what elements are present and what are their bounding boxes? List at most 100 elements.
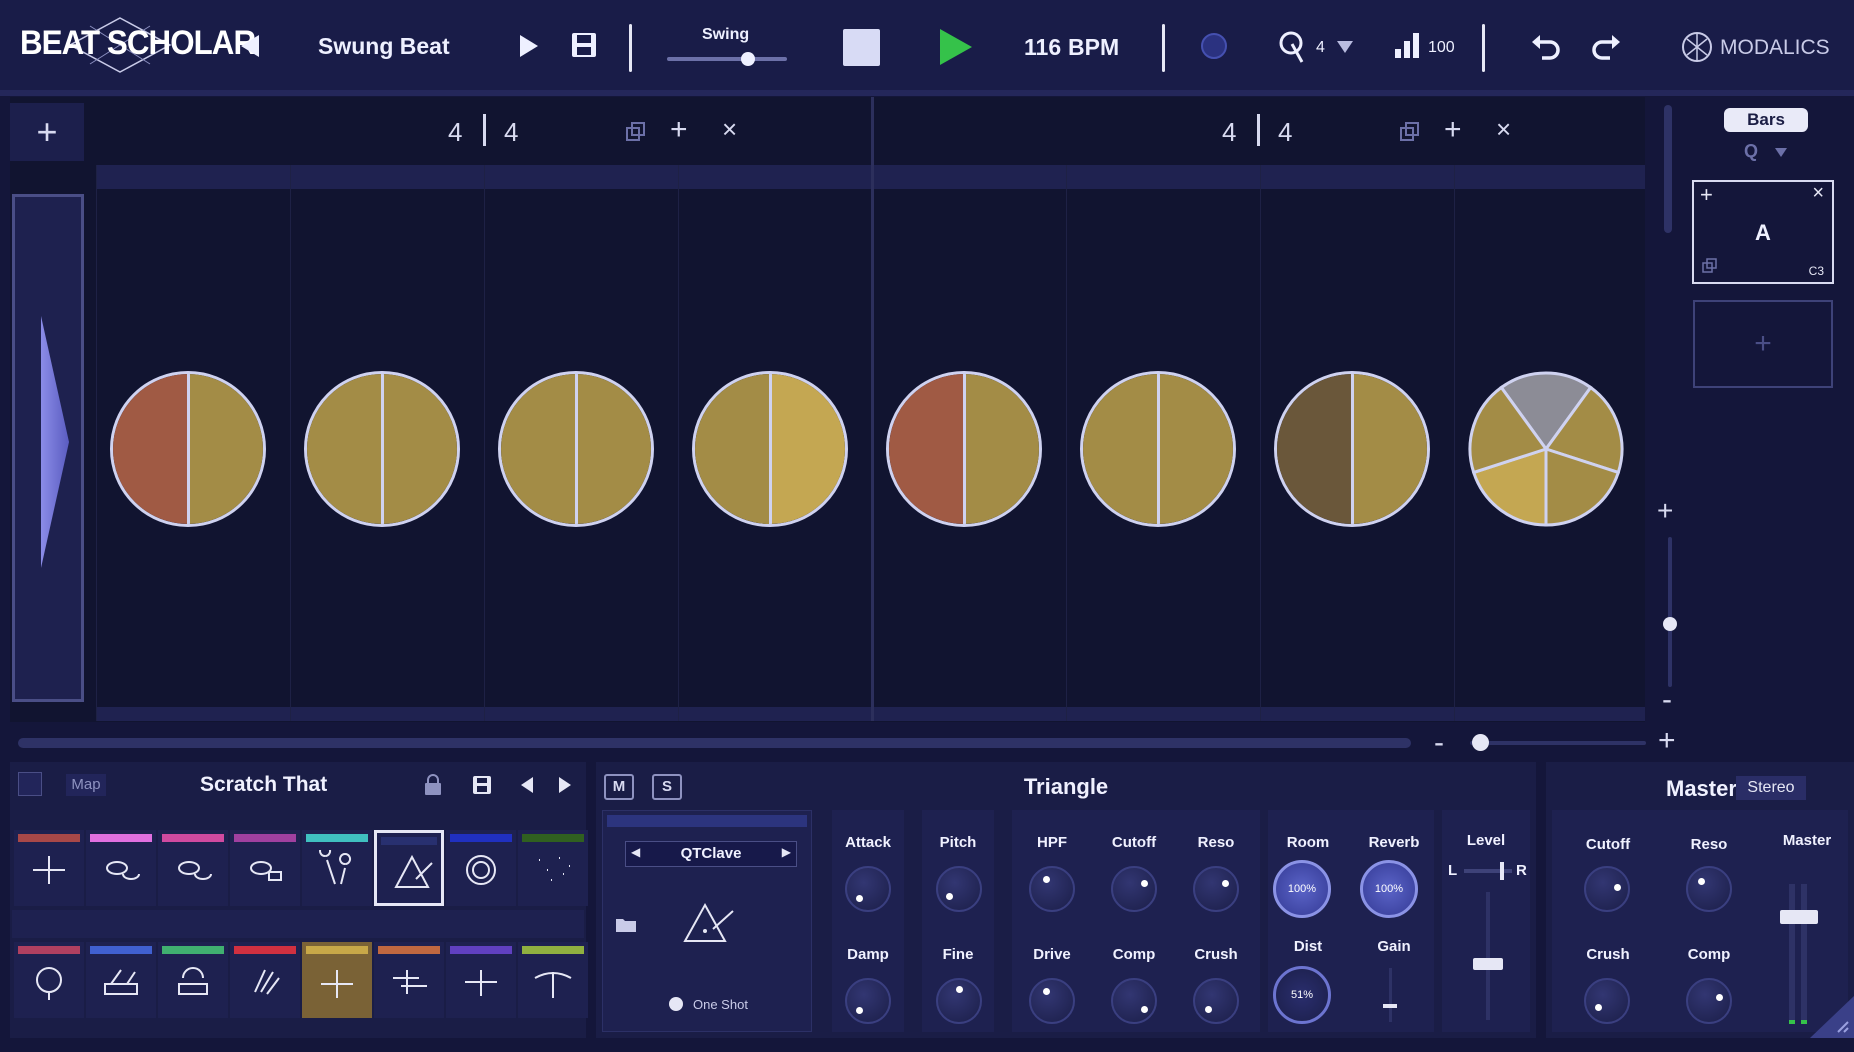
next-kit-icon[interactable]: [558, 776, 572, 794]
duplicate-bar-icon[interactable]: [1400, 122, 1420, 142]
save-icon[interactable]: [570, 31, 598, 59]
time-signature-numerator[interactable]: 4: [1222, 117, 1236, 148]
beat-subdivision[interactable]: [1083, 374, 1157, 524]
metronome-count[interactable]: 4: [1316, 39, 1325, 57]
bpm-value[interactable]: 116: [1024, 34, 1061, 61]
swing-slider-track[interactable]: [667, 57, 787, 61]
sample-next-icon[interactable]: ▶: [782, 845, 791, 859]
instrument-pad[interactable]: [230, 830, 300, 906]
quantize-label[interactable]: Q: [1744, 141, 1758, 162]
new-section-slot[interactable]: +: [1693, 300, 1833, 388]
master-crush-knob[interactable]: [1584, 978, 1630, 1024]
undo-icon[interactable]: [1530, 32, 1562, 62]
instrument-pad[interactable]: [14, 830, 84, 906]
master-comp-knob[interactable]: [1686, 978, 1732, 1024]
dist-knob[interactable]: 51%: [1273, 966, 1331, 1024]
map-button[interactable]: Map: [66, 774, 106, 796]
kit-toggle-button[interactable]: [18, 772, 42, 796]
resize-corner-icon[interactable]: [1810, 996, 1854, 1038]
metronome-icon[interactable]: [1278, 30, 1308, 66]
pan-slider-handle[interactable]: [1500, 862, 1504, 880]
instrument-pad[interactable]: [86, 942, 156, 1018]
instrument-pad[interactable]: [14, 942, 84, 1018]
swing-slider-handle[interactable]: [741, 52, 755, 66]
beat-circle[interactable]: [110, 371, 266, 527]
horizontal-scrollbar[interactable]: [18, 738, 1411, 748]
pattern-name[interactable]: Swung Beat: [318, 33, 450, 60]
chevron-down-icon[interactable]: [1336, 40, 1354, 54]
crush-knob[interactable]: [1193, 978, 1239, 1024]
delete-section-button[interactable]: ×: [1812, 182, 1824, 205]
beat-subdivision[interactable]: [1156, 374, 1233, 524]
vertical-zoom-track[interactable]: [1668, 537, 1672, 687]
time-signature-denominator[interactable]: 4: [1278, 117, 1292, 148]
pitch-knob[interactable]: [936, 866, 982, 912]
gain-slider-track[interactable]: [1389, 968, 1392, 1022]
bars-mode-button[interactable]: Bars: [1724, 108, 1808, 132]
beat-subdivision[interactable]: [962, 374, 1039, 524]
beat-subdivision[interactable]: [113, 374, 187, 524]
horizontal-zoom-handle[interactable]: [1472, 734, 1489, 751]
delete-bar-button[interactable]: ×: [1496, 114, 1511, 145]
beat-circle[interactable]: [1274, 371, 1430, 527]
one-shot-toggle[interactable]: [669, 997, 683, 1011]
time-signature-denominator[interactable]: 4: [504, 117, 518, 148]
beat-subdivision[interactable]: [768, 374, 845, 524]
master-reso-knob[interactable]: [1686, 866, 1732, 912]
previous-pattern-icon[interactable]: [239, 33, 261, 59]
horizontal-zoom-out-button[interactable]: -: [1434, 726, 1444, 760]
beat-circle[interactable]: [692, 371, 848, 527]
next-pattern-icon[interactable]: [518, 33, 540, 59]
chevron-down-icon[interactable]: [1774, 147, 1788, 158]
instrument-pad[interactable]: [518, 942, 588, 1018]
beat-subdivision[interactable]: [501, 374, 575, 524]
fine-knob[interactable]: [936, 978, 982, 1024]
velocity-value[interactable]: 100: [1428, 39, 1455, 57]
instrument-pad[interactable]: [518, 830, 588, 906]
stop-button[interactable]: [843, 29, 880, 66]
beat-circle[interactable]: [1080, 371, 1236, 527]
add-track-button[interactable]: +: [10, 103, 84, 161]
velocity-bars-icon[interactable]: [1394, 31, 1420, 59]
vertical-zoom-handle[interactable]: [1663, 617, 1677, 631]
play-icon[interactable]: [937, 27, 975, 67]
instrument-pad[interactable]: [86, 830, 156, 906]
section-card[interactable]: + × A C3: [1692, 180, 1834, 284]
cutoff-knob[interactable]: [1111, 866, 1157, 912]
duplicate-bar-icon[interactable]: [626, 122, 646, 142]
folder-icon[interactable]: [615, 915, 637, 933]
master-cutoff-knob[interactable]: [1584, 866, 1630, 912]
beat-subdivision[interactable]: [380, 374, 457, 524]
instrument-pad[interactable]: [302, 830, 372, 906]
lock-icon[interactable]: [424, 774, 442, 796]
beat-subdivision[interactable]: [307, 374, 381, 524]
delete-bar-button[interactable]: ×: [722, 114, 737, 145]
right-scrollbar[interactable]: [1664, 105, 1672, 233]
sample-selector[interactable]: ◀ QTClave ▶: [625, 841, 797, 867]
record-button[interactable]: [1201, 33, 1227, 59]
damp-knob[interactable]: [845, 978, 891, 1024]
instrument-pad[interactable]: [374, 830, 444, 906]
beat-subdivision[interactable]: [186, 374, 263, 524]
beat-circle[interactable]: [304, 371, 460, 527]
level-slider-track[interactable]: [1486, 892, 1490, 1020]
save-kit-icon[interactable]: [472, 775, 492, 795]
reso-knob[interactable]: [1193, 866, 1239, 912]
beat-circle[interactable]: [1468, 371, 1624, 527]
hpf-knob[interactable]: [1029, 866, 1075, 912]
beat-subdivision[interactable]: [1350, 374, 1427, 524]
instrument-pad[interactable]: [158, 942, 228, 1018]
previous-kit-icon[interactable]: [520, 776, 534, 794]
reverb-knob[interactable]: 100%: [1360, 860, 1418, 918]
pan-slider-track[interactable]: [1464, 869, 1512, 873]
zoom-out-button[interactable]: -: [1662, 685, 1672, 715]
beat-subdivision[interactable]: [1277, 374, 1351, 524]
level-slider-handle[interactable]: [1473, 958, 1503, 970]
output-mode-button[interactable]: Stereo: [1736, 776, 1806, 800]
add-section-button[interactable]: +: [1700, 182, 1713, 208]
beat-circle[interactable]: [498, 371, 654, 527]
kit-name[interactable]: Scratch That: [200, 773, 327, 797]
drive-knob[interactable]: [1029, 978, 1075, 1024]
beat-subdivision[interactable]: [695, 374, 769, 524]
instrument-pad[interactable]: [302, 942, 372, 1018]
